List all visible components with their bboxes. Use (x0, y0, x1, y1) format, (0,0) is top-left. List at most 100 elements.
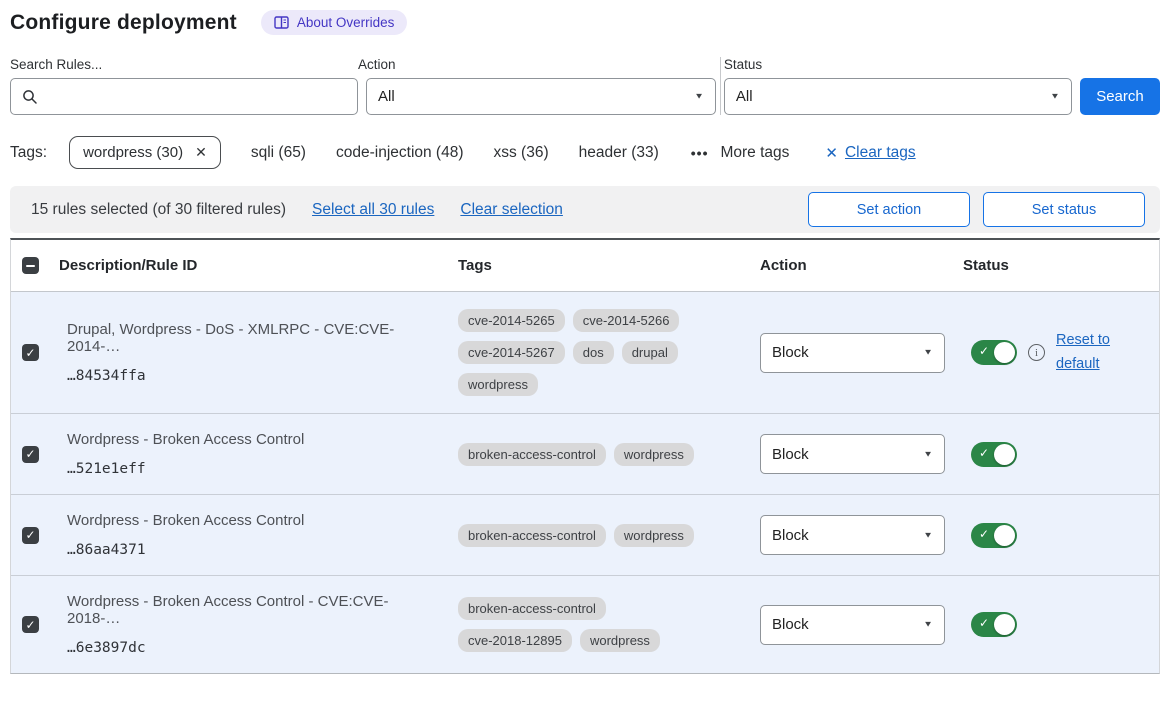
action-select[interactable]: Block ▼ (760, 605, 945, 645)
chevron-down-icon: ▼ (923, 348, 933, 357)
search-rules-input[interactable] (46, 88, 346, 105)
rule-status-cell: ✓ (963, 523, 1159, 548)
select-all-checkbox[interactable] (22, 257, 39, 274)
table-row: ✓ Wordpress - Broken Access Control - CV… (11, 576, 1159, 673)
row-checkbox[interactable]: ✓ (22, 527, 39, 544)
ellipsis-icon: ••• (691, 145, 709, 161)
chevron-down-icon: ▼ (923, 531, 933, 540)
toggle-knob (994, 614, 1015, 635)
action-value: Block (772, 446, 809, 463)
search-rules-group: Search Rules... (10, 57, 358, 115)
tag-pill: drupal (622, 341, 678, 364)
info-icon[interactable]: i (1028, 344, 1045, 361)
rule-description: Wordpress - Broken Access Control (67, 431, 440, 448)
tag-pill: broken-access-control (458, 597, 606, 620)
check-icon: ✓ (25, 619, 35, 631)
set-action-button[interactable]: Set action (808, 192, 970, 227)
tag-option-header[interactable]: header (33) (579, 144, 659, 162)
close-icon[interactable]: ✕ (195, 144, 207, 161)
set-status-button[interactable]: Set status (983, 192, 1145, 227)
tag-pill: cve-2014-5267 (458, 341, 565, 364)
tag-option-code-injection[interactable]: code-injection (48) (336, 144, 464, 162)
tag-chip-wordpress[interactable]: wordpress (30) ✕ (69, 136, 221, 169)
rule-action-cell: Block ▼ (760, 333, 963, 373)
rule-tags-cell: broken-access-control wordpress (458, 524, 716, 547)
tag-pill: wordpress (458, 373, 538, 396)
chevron-down-icon: ▼ (694, 92, 704, 101)
tag-pill: wordpress (580, 629, 660, 652)
status-toggle[interactable]: ✓ (971, 612, 1017, 637)
tag-option-xss[interactable]: xss (36) (494, 144, 549, 162)
column-header-action: Action (760, 257, 963, 274)
more-tags-button[interactable]: ••• More tags (691, 144, 790, 162)
action-filter-select[interactable]: All ▼ (366, 78, 716, 115)
select-all-link[interactable]: Select all 30 rules (312, 201, 434, 219)
close-icon: ✕ (825, 144, 838, 162)
action-value: Block (772, 344, 809, 361)
check-icon: ✓ (979, 446, 989, 460)
toggle-knob (994, 525, 1015, 546)
status-filter-group: Status All ▼ (724, 57, 1072, 115)
chevron-down-icon: ▼ (923, 450, 933, 459)
about-overrides-badge[interactable]: About Overrides (261, 10, 408, 35)
tag-chip-label: wordpress (30) (83, 144, 183, 161)
page-header: Configure deployment About Overrides (10, 10, 1160, 35)
column-header-status: Status (963, 257, 1159, 274)
about-overrides-label: About Overrides (297, 15, 395, 30)
status-toggle[interactable]: ✓ (971, 523, 1017, 548)
action-select[interactable]: Block ▼ (760, 434, 945, 474)
tag-pill: cve-2014-5265 (458, 309, 565, 332)
tag-pill: broken-access-control (458, 524, 606, 547)
search-button[interactable]: Search (1080, 78, 1160, 115)
tag-pill: wordpress (614, 443, 694, 466)
rule-description: Wordpress - Broken Access Control (67, 512, 440, 529)
row-checkbox[interactable]: ✓ (22, 446, 39, 463)
row-checkbox[interactable]: ✓ (22, 616, 39, 633)
action-select[interactable]: Block ▼ (760, 515, 945, 555)
rule-status-cell: ✓ (963, 442, 1159, 467)
tags-label: Tags: (10, 144, 47, 162)
selection-summary: 15 rules selected (of 30 filtered rules) (31, 201, 286, 219)
column-header-tags: Tags (458, 257, 760, 274)
search-icon (22, 89, 38, 105)
more-tags-label: More tags (720, 144, 789, 162)
clear-tags-link[interactable]: ✕ Clear tags (825, 144, 915, 162)
rule-action-cell: Block ▼ (760, 515, 963, 555)
action-value: Block (772, 527, 809, 544)
status-toggle[interactable]: ✓ (971, 340, 1017, 365)
rule-description: Drupal, Wordpress - DoS - XMLRPC - CVE:C… (67, 321, 440, 355)
action-value: Block (772, 616, 809, 633)
clear-tags-label: Clear tags (845, 144, 916, 162)
configure-deployment-page: Configure deployment About Overrides Sea… (0, 0, 1167, 674)
status-toggle[interactable]: ✓ (971, 442, 1017, 467)
search-rules-field[interactable] (10, 78, 358, 115)
action-filter-label: Action (358, 57, 716, 72)
chevron-down-icon: ▼ (923, 620, 933, 629)
rule-description-cell: Wordpress - Broken Access Control …86aa4… (59, 512, 458, 558)
check-icon: ✓ (979, 527, 989, 541)
table-header-row: Description/Rule ID Tags Action Status (11, 240, 1159, 292)
chevron-down-icon: ▼ (1050, 92, 1060, 101)
action-filter-group: Action All ▼ (358, 57, 716, 115)
tag-pill: cve-2014-5266 (573, 309, 680, 332)
action-filter-value: All (378, 88, 395, 105)
rule-status-cell: ✓ i Reset to default (963, 329, 1159, 377)
check-icon: ✓ (979, 616, 989, 630)
tag-option-sqli[interactable]: sqli (65) (251, 144, 306, 162)
rule-id: …86aa4371 (67, 542, 440, 558)
reset-to-default-link[interactable]: Reset to default (1056, 329, 1116, 377)
column-header-description: Description/Rule ID (59, 257, 458, 274)
check-icon: ✓ (25, 448, 35, 460)
page-title: Configure deployment (10, 11, 237, 35)
action-select[interactable]: Block ▼ (760, 333, 945, 373)
selection-bar: 15 rules selected (of 30 filtered rules)… (10, 186, 1160, 233)
check-icon: ✓ (25, 347, 35, 359)
status-filter-select[interactable]: All ▼ (724, 78, 1072, 115)
tags-bar: Tags: wordpress (30) ✕ sqli (65) code-in… (10, 136, 1160, 169)
row-checkbox[interactable]: ✓ (22, 344, 39, 361)
clear-selection-link[interactable]: Clear selection (460, 201, 563, 219)
rule-action-cell: Block ▼ (760, 605, 963, 645)
rule-id: …6e3897dc (67, 640, 440, 656)
status-filter-value: All (736, 88, 753, 105)
table-row: ✓ Drupal, Wordpress - DoS - XMLRPC - CVE… (11, 292, 1159, 414)
